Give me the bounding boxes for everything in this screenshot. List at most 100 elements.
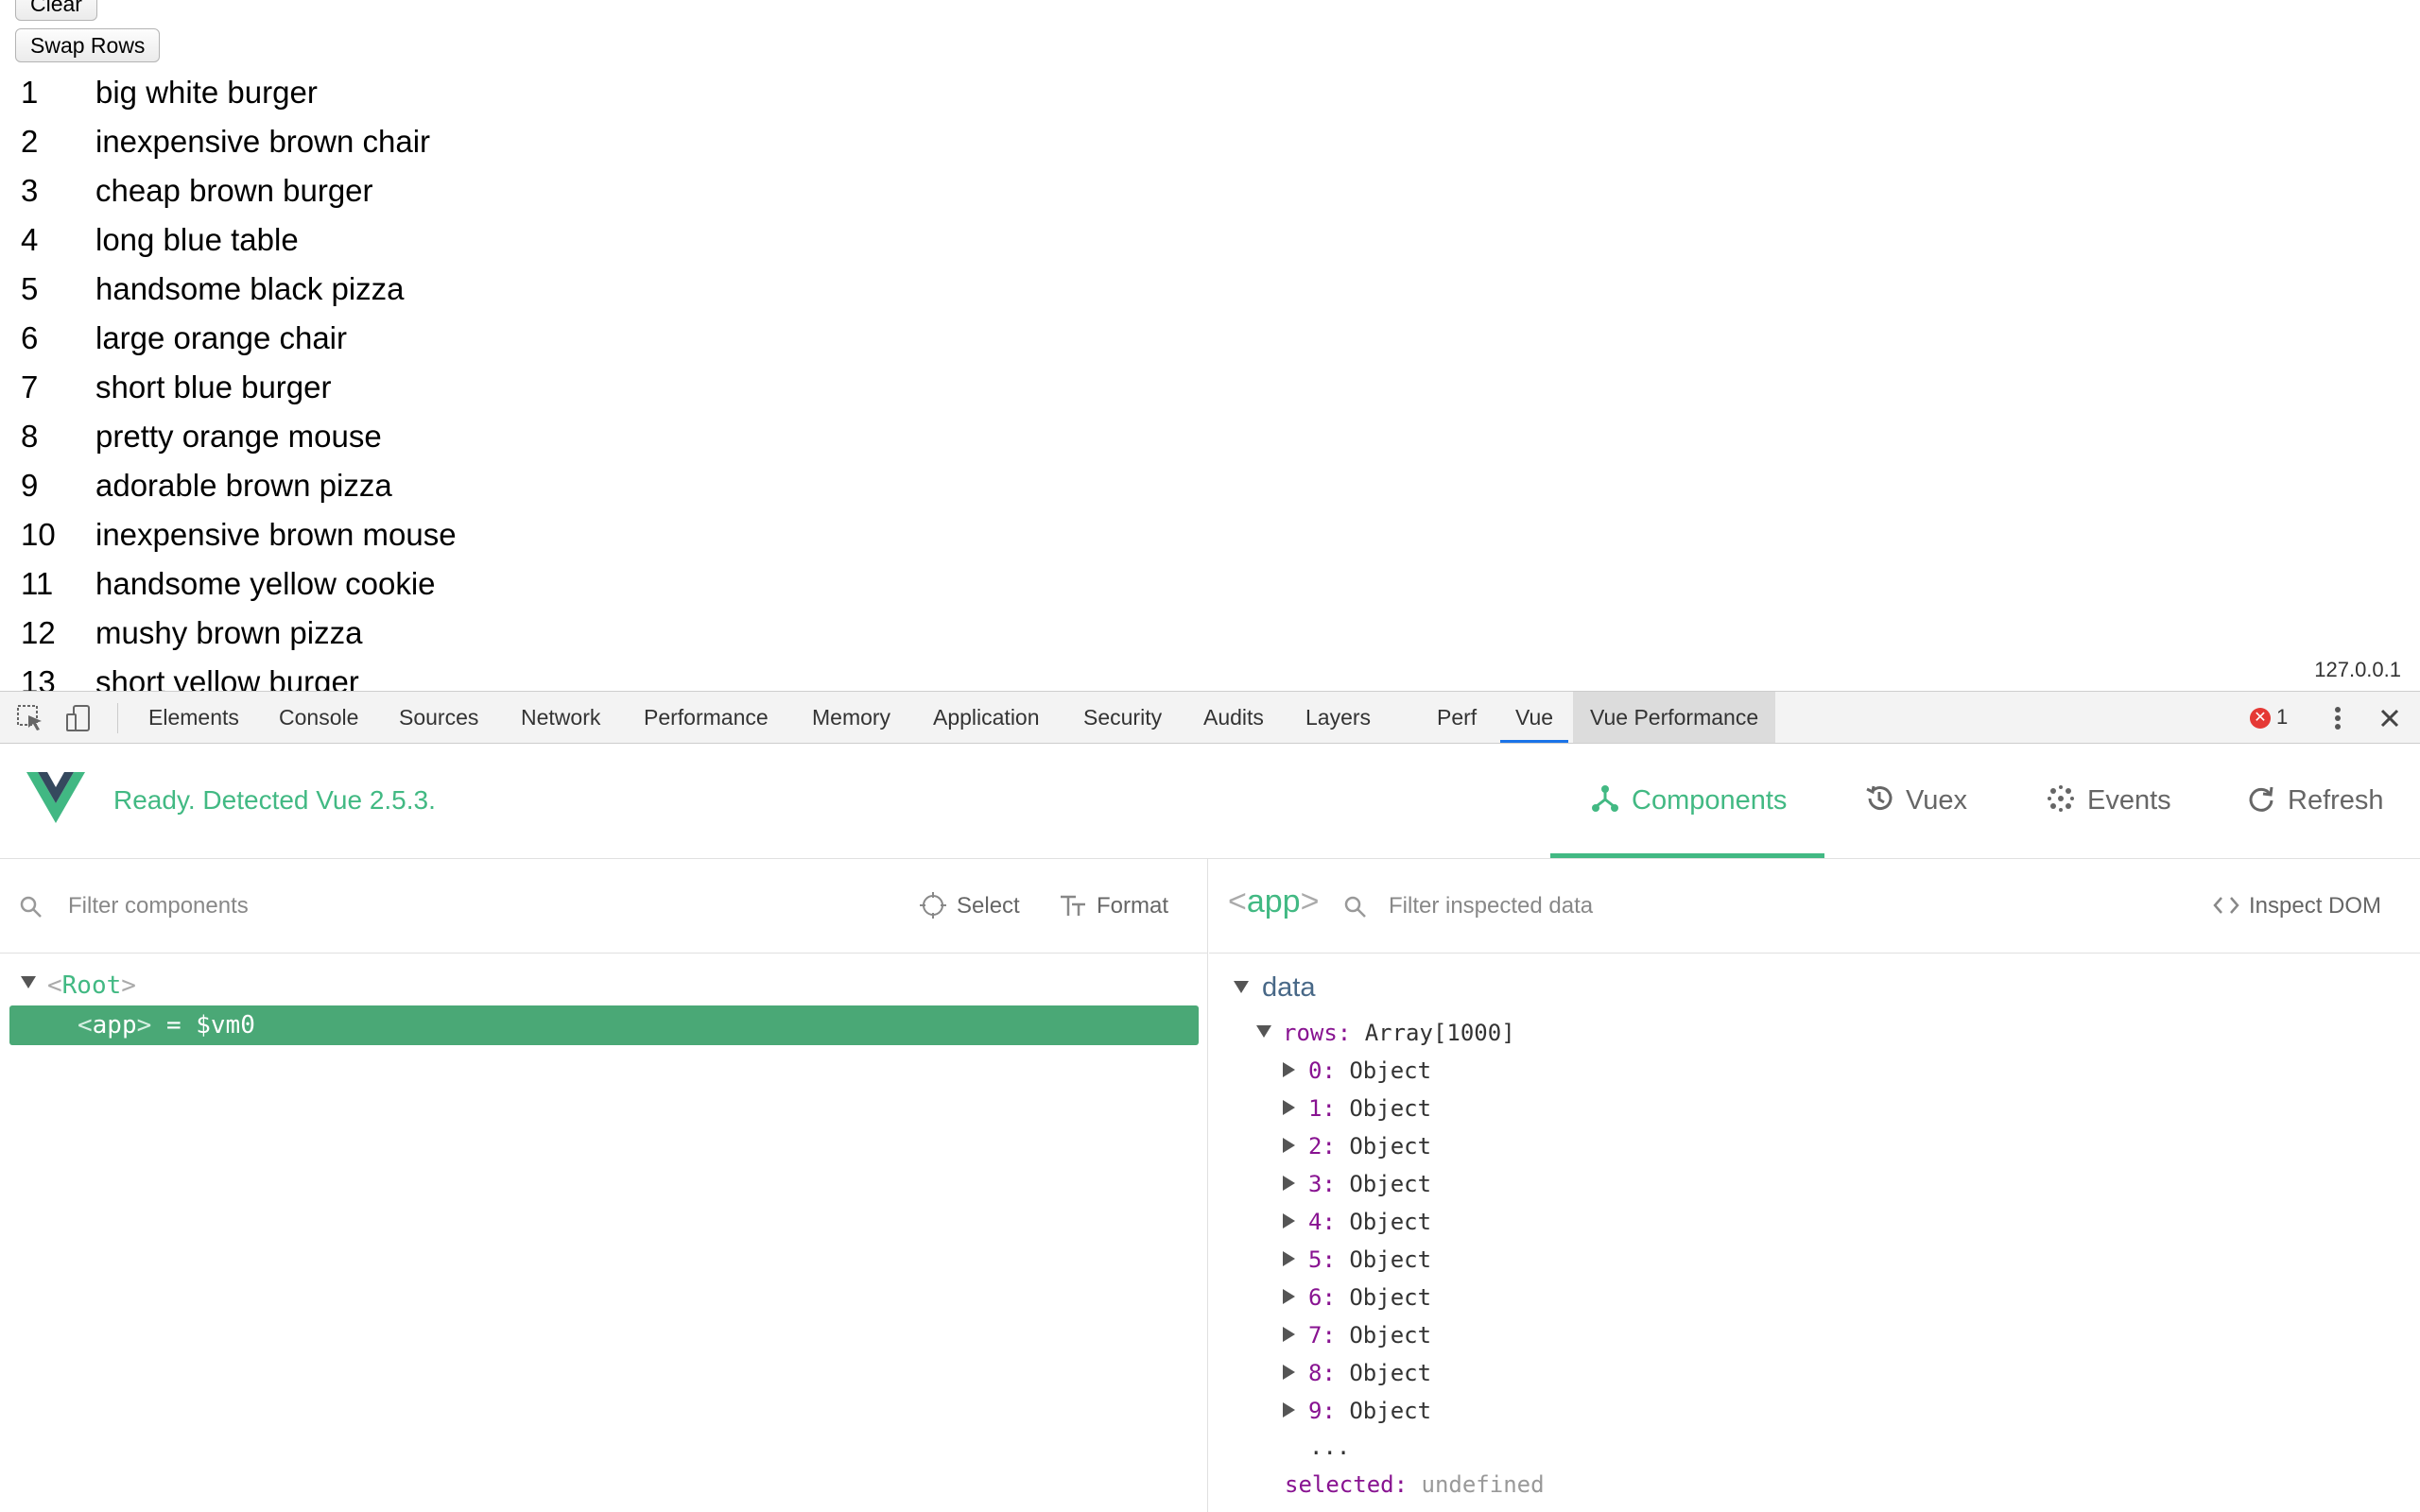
selected-property[interactable]: selected: undefined bbox=[1285, 1466, 1545, 1503]
swap-rows-button[interactable]: Swap Rows bbox=[15, 28, 161, 62]
filter-components-input[interactable] bbox=[68, 885, 541, 927]
expand-arrow-icon[interactable] bbox=[1283, 1213, 1295, 1228]
tree-node-root[interactable]: <Root> bbox=[21, 967, 136, 1005]
devtools-tab-console[interactable]: Console bbox=[279, 692, 358, 743]
row-label-link[interactable]: short blue burger bbox=[95, 363, 331, 412]
row-id: 4 bbox=[21, 222, 39, 257]
array-item[interactable]: 5: Object bbox=[1283, 1241, 1431, 1279]
devtools-tab-vue-performance[interactable]: Vue Performance bbox=[1573, 692, 1776, 743]
array-item[interactable]: 1: Object bbox=[1283, 1090, 1431, 1127]
devtools-tab-elements[interactable]: Elements bbox=[148, 692, 239, 743]
close-devtools-icon[interactable] bbox=[2375, 703, 2405, 733]
rows-property[interactable]: rows: Array[1000] bbox=[1256, 1014, 1515, 1052]
tree-node-app-selected[interactable]: <app> = $vm0 bbox=[9, 1005, 1199, 1045]
refresh-icon bbox=[2249, 787, 2273, 813]
error-count: 1 bbox=[2276, 705, 2289, 729]
row-label-link[interactable]: handsome yellow cookie bbox=[95, 559, 436, 609]
array-item[interactable]: 8: Object bbox=[1283, 1354, 1431, 1392]
array-item[interactable]: 4: Object bbox=[1283, 1203, 1431, 1241]
row-id: 12 bbox=[21, 615, 56, 650]
array-item[interactable]: 3: Object bbox=[1283, 1165, 1431, 1203]
selected-key: selected bbox=[1285, 1471, 1394, 1498]
array-item[interactable]: 0: Object bbox=[1283, 1052, 1431, 1090]
row-label-link[interactable]: cheap brown burger bbox=[95, 166, 373, 215]
select-label: Select bbox=[957, 893, 1020, 919]
error-icon: ✕ bbox=[2250, 708, 2271, 730]
data-section-header[interactable]: data bbox=[1234, 967, 1315, 1008]
devtools-tab-sources[interactable]: Sources bbox=[399, 692, 478, 743]
devtools-tab-perf[interactable]: Perf bbox=[1437, 692, 1477, 743]
row-label-link[interactable]: large orange chair bbox=[95, 314, 347, 363]
refresh-label: Refresh bbox=[2288, 785, 2384, 816]
devtools-tab-network[interactable]: Network bbox=[521, 692, 600, 743]
expand-arrow-icon[interactable] bbox=[21, 976, 36, 988]
devtools-tab-layers[interactable]: Layers bbox=[1305, 692, 1371, 743]
refresh-button[interactable]: Refresh bbox=[2246, 744, 2384, 858]
expand-arrow-icon[interactable] bbox=[1283, 1138, 1295, 1153]
tab-events[interactable]: Events bbox=[2046, 744, 2171, 858]
row-label-link[interactable]: inexpensive brown chair bbox=[95, 117, 430, 166]
format-label: Format bbox=[1097, 893, 1169, 919]
devtools-tab-performance[interactable]: Performance bbox=[644, 692, 769, 743]
more-menu-icon[interactable] bbox=[2325, 703, 2350, 733]
array-item-type: Object bbox=[1349, 1057, 1432, 1084]
array-item[interactable]: 9: Object bbox=[1283, 1392, 1431, 1430]
array-item-type: Object bbox=[1349, 1209, 1432, 1235]
array-item[interactable]: 7: Object bbox=[1283, 1316, 1431, 1354]
devtools-tab-security[interactable]: Security bbox=[1083, 692, 1162, 743]
row-label-link[interactable]: long blue table bbox=[95, 215, 299, 265]
expand-arrow-icon[interactable] bbox=[1283, 1100, 1295, 1115]
expand-arrow-icon[interactable] bbox=[1283, 1365, 1295, 1380]
devtools-tab-application[interactable]: Application bbox=[933, 692, 1040, 743]
expand-arrow-icon[interactable] bbox=[1283, 1176, 1295, 1191]
array-item-type: Object bbox=[1349, 1284, 1432, 1311]
more-items-ellipsis: ... bbox=[1309, 1434, 1351, 1460]
collapse-arrow-icon[interactable] bbox=[1256, 1024, 1271, 1038]
inspect-element-icon[interactable] bbox=[15, 703, 45, 733]
row-label-link[interactable]: adorable brown pizza bbox=[95, 461, 392, 510]
vue-devtools-header: Ready. Detected Vue 2.5.3. Components Vu… bbox=[0, 744, 2420, 859]
row-label-link[interactable]: mushy brown pizza bbox=[95, 609, 362, 658]
devtools-tab-memory[interactable]: Memory bbox=[812, 692, 890, 743]
devtools-tab-vue[interactable]: Vue bbox=[1499, 692, 1569, 743]
devtools-tab-audits[interactable]: Audits bbox=[1203, 692, 1264, 743]
row-id: 10 bbox=[21, 517, 56, 552]
expand-arrow-icon[interactable] bbox=[1283, 1251, 1295, 1266]
format-button[interactable]: Format bbox=[1059, 887, 1168, 925]
host-label: 127.0.0.1 bbox=[2314, 658, 2401, 681]
inspector-pane: <app> Inspect DOM data rows: Array[1000]… bbox=[1209, 859, 2420, 1512]
expand-arrow-icon[interactable] bbox=[1283, 1327, 1295, 1342]
expand-arrow-icon[interactable] bbox=[1283, 1062, 1295, 1077]
row-label-link[interactable]: handsome black pizza bbox=[95, 265, 405, 314]
inspect-dom-label: Inspect DOM bbox=[2249, 893, 2382, 919]
tab-components[interactable]: Components bbox=[1549, 744, 1825, 858]
tab-vuex[interactable]: Vuex bbox=[1864, 744, 1967, 858]
array-item-type: Object bbox=[1349, 1322, 1432, 1349]
array-item[interactable]: 6: Object bbox=[1283, 1279, 1431, 1316]
device-toolbar-icon[interactable] bbox=[64, 703, 95, 733]
array-item-type: Object bbox=[1349, 1133, 1432, 1160]
search-icon bbox=[1344, 896, 1366, 918]
row-label-link[interactable]: inexpensive brown mouse bbox=[95, 510, 457, 559]
inspect-dom-button[interactable]: Inspect DOM bbox=[2213, 887, 2381, 925]
row-label-link[interactable]: pretty orange mouse bbox=[95, 412, 382, 461]
array-item[interactable]: 2: Object bbox=[1283, 1127, 1431, 1165]
components-pane: Select Format <Root> <app> = $vm0 bbox=[0, 859, 1208, 1512]
select-button[interactable]: Select bbox=[919, 887, 1020, 925]
clear-button[interactable]: Clear bbox=[15, 0, 97, 21]
page-viewport: Clear Swap Rows 1 big white burger 2 inexpe… bbox=[0, 0, 2420, 691]
row-label-link[interactable]: big white burger bbox=[95, 68, 318, 117]
vue-status-text: Ready. Detected Vue 2.5.3. bbox=[113, 785, 436, 815]
expand-arrow-icon[interactable] bbox=[1283, 1402, 1295, 1418]
inspected-component-name: <app> bbox=[1228, 884, 1320, 919]
row-id: 11 bbox=[21, 566, 54, 601]
expand-arrow-icon[interactable] bbox=[1283, 1289, 1295, 1304]
error-counter[interactable]: ✕ 1 bbox=[2250, 705, 2288, 730]
row-id: 2 bbox=[21, 124, 39, 159]
filter-inspected-data-input[interactable] bbox=[1389, 885, 1956, 927]
array-item-type: Object bbox=[1349, 1360, 1432, 1386]
row-label-link[interactable]: short yellow burger bbox=[95, 658, 359, 691]
collapse-arrow-icon[interactable] bbox=[1234, 980, 1249, 993]
rows-key: rows bbox=[1283, 1020, 1338, 1046]
data-section-label: data bbox=[1262, 972, 1316, 1003]
